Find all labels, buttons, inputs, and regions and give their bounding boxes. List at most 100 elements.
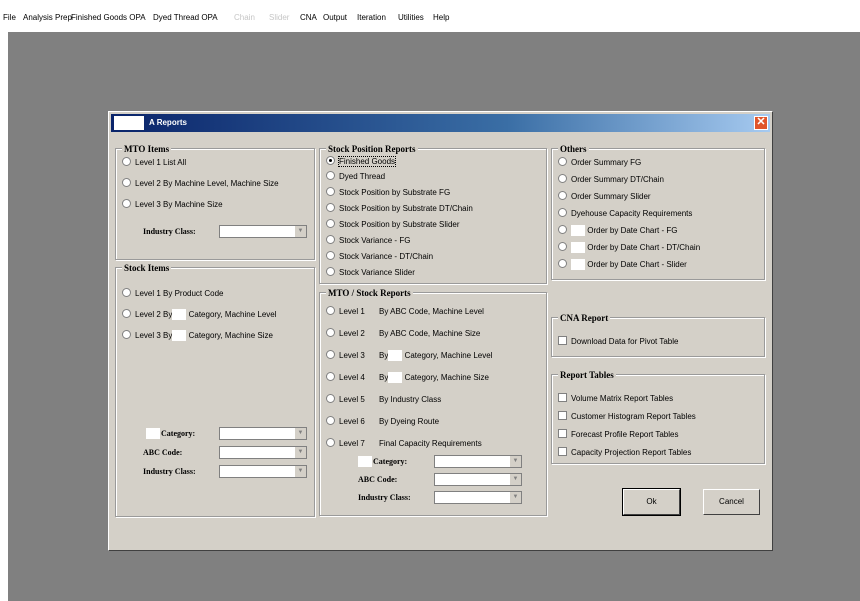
option-desc: Category, Machine Level bbox=[404, 351, 493, 360]
menu-dyed-thread-opa[interactable]: Dyed Thread OPA bbox=[153, 13, 218, 22]
option-label: Level 3 By Machine Size bbox=[135, 200, 223, 209]
radio-order-summary-dt[interactable]: Order Summary DT/Chain bbox=[558, 174, 664, 186]
option-label: Order by Date Chart - Slider bbox=[587, 260, 687, 269]
option-label: Order by Date Chart - FG bbox=[587, 226, 678, 235]
radio-icon bbox=[558, 259, 567, 269]
radio-mto-stock-level6[interactable]: Level 6 By Dyeing Route bbox=[326, 416, 439, 428]
menu-analysis-prep[interactable]: Analysis Prep bbox=[23, 13, 72, 22]
radio-mto-stock-level4[interactable]: Level 4 By Category, Machine Size bbox=[326, 372, 489, 384]
radio-mto-level3[interactable]: Level 3 By Machine Size bbox=[122, 199, 223, 211]
group-caption: Stock Position Reports bbox=[326, 144, 418, 154]
chevron-down-icon[interactable]: ▼ bbox=[294, 428, 306, 439]
reports-dialog: A Reports ✕ MTO Items Level 1 List All L… bbox=[108, 111, 773, 551]
radio-mto-level1[interactable]: Level 1 List All bbox=[122, 157, 186, 169]
checkbox-forecast-profile[interactable]: Forecast Profile Report Tables bbox=[558, 429, 678, 441]
radio-order-date-fg[interactable]: Order by Date Chart - FG bbox=[558, 225, 677, 237]
checkbox-customer-histogram[interactable]: Customer Histogram Report Tables bbox=[558, 411, 696, 423]
radio-stock-level3[interactable]: Level 3 By Category, Machine Size bbox=[122, 330, 273, 342]
radio-order-date-slider[interactable]: Order by Date Chart - Slider bbox=[558, 259, 687, 271]
radio-substrate-dt-chain[interactable]: Stock Position by Substrate DT/Chain bbox=[326, 203, 473, 215]
radio-order-summary-fg[interactable]: Order Summary FG bbox=[558, 157, 641, 169]
industry-class-combo[interactable]: ▼ bbox=[219, 225, 307, 238]
option-desc: By Dyeing Route bbox=[379, 417, 440, 426]
radio-order-summary-slider[interactable]: Order Summary Slider bbox=[558, 191, 651, 203]
blank-box bbox=[358, 456, 372, 467]
radio-icon bbox=[122, 157, 131, 167]
abc-code-combo[interactable]: ▼ bbox=[434, 473, 522, 486]
option-label: Order by Date Chart - DT/Chain bbox=[587, 243, 701, 252]
radio-mto-stock-level3[interactable]: Level 3 By Category, Machine Level bbox=[326, 350, 492, 362]
radio-variance-fg[interactable]: Stock Variance - FG bbox=[326, 235, 410, 247]
menu-help[interactable]: Help bbox=[433, 13, 449, 22]
industry-class-combo[interactable]: ▼ bbox=[219, 465, 307, 478]
radio-dyehouse-capacity[interactable]: Dyehouse Capacity Requirements bbox=[558, 208, 692, 220]
checkbox-capacity-projection[interactable]: Capacity Projection Report Tables bbox=[558, 447, 691, 459]
menu-cna[interactable]: CNA bbox=[300, 13, 317, 22]
option-label: Dyed Thread bbox=[339, 172, 386, 181]
chevron-down-icon[interactable]: ▼ bbox=[509, 492, 521, 503]
option-desc: By ABC Code, Machine Level bbox=[379, 307, 484, 316]
radio-icon bbox=[326, 394, 335, 404]
ok-button[interactable]: Ok bbox=[622, 488, 681, 516]
radio-mto-stock-level1[interactable]: Level 1 By ABC Code, Machine Level bbox=[326, 306, 484, 318]
radio-icon bbox=[326, 251, 335, 261]
option-label: Stock Position by Substrate Slider bbox=[339, 220, 460, 229]
radio-icon bbox=[326, 219, 335, 229]
menu-finished-goods-opa[interactable]: Finished Goods OPA bbox=[71, 13, 146, 22]
radio-variance-slider[interactable]: Stock Variance Slider bbox=[326, 267, 415, 279]
radio-dyed-thread[interactable]: Dyed Thread bbox=[326, 171, 385, 183]
radio-finished-goods[interactable]: Finished Goods bbox=[326, 156, 397, 168]
abc-code-combo[interactable]: ▼ bbox=[219, 446, 307, 459]
option-label: Customer Histogram Report Tables bbox=[571, 412, 696, 421]
radio-order-date-dt[interactable]: Order by Date Chart - DT/Chain bbox=[558, 242, 700, 254]
option-label: Level 3 bbox=[339, 351, 365, 360]
radio-substrate-slider[interactable]: Stock Position by Substrate Slider bbox=[326, 219, 460, 231]
blank-box bbox=[146, 428, 160, 439]
category-label: Category: bbox=[161, 429, 196, 438]
radio-icon bbox=[558, 191, 567, 201]
radio-mto-level2[interactable]: Level 2 By Machine Level, Machine Size bbox=[122, 178, 279, 190]
group-cna-report: CNA Report Download Data for Pivot Table bbox=[551, 313, 765, 357]
radio-substrate-fg[interactable]: Stock Position by Substrate FG bbox=[326, 187, 450, 199]
chevron-down-icon[interactable]: ▼ bbox=[294, 226, 306, 237]
dialog-title-bar[interactable]: A Reports ✕ bbox=[111, 114, 770, 132]
option-label: Level 1 bbox=[339, 307, 365, 316]
checkbox-volume-matrix[interactable]: Volume Matrix Report Tables bbox=[558, 393, 673, 405]
radio-mto-stock-level7[interactable]: Level 7 Final Capacity Requirements bbox=[326, 438, 482, 450]
chevron-down-icon[interactable]: ▼ bbox=[294, 466, 306, 477]
option-label: Stock Variance - FG bbox=[339, 236, 411, 245]
radio-stock-level2[interactable]: Level 2 By Category, Machine Level bbox=[122, 309, 277, 321]
option-desc: By bbox=[379, 373, 389, 382]
radio-icon bbox=[558, 174, 567, 184]
radio-variance-dt-chain[interactable]: Stock Variance - DT/Chain bbox=[326, 251, 433, 263]
chevron-down-icon[interactable]: ▼ bbox=[509, 456, 521, 467]
checkbox-download-pivot[interactable]: Download Data for Pivot Table bbox=[558, 336, 678, 348]
radio-mto-stock-level5[interactable]: Level 5 By Industry Class bbox=[326, 394, 441, 406]
menu-output[interactable]: Output bbox=[323, 13, 347, 22]
option-label: Volume Matrix Report Tables bbox=[571, 394, 674, 403]
blank-box bbox=[172, 330, 187, 342]
category-combo[interactable]: ▼ bbox=[219, 427, 307, 440]
menu-utilities[interactable]: Utilities bbox=[398, 13, 424, 22]
radio-icon bbox=[558, 225, 567, 235]
chevron-down-icon[interactable]: ▼ bbox=[509, 474, 521, 485]
group-stock-items: Stock Items Level 1 By Product Code Leve… bbox=[115, 263, 315, 517]
radio-mto-stock-level2[interactable]: Level 2 By ABC Code, Machine Size bbox=[326, 328, 480, 340]
radio-icon bbox=[326, 438, 335, 448]
option-label: Level 5 bbox=[339, 395, 365, 404]
abc-code-label: ABC Code: bbox=[143, 448, 183, 457]
menu-iteration[interactable]: Iteration bbox=[357, 13, 386, 22]
menu-bar: File Analysis Prep Finished Goods OPA Dy… bbox=[0, 0, 860, 28]
industry-class-combo[interactable]: ▼ bbox=[434, 491, 522, 504]
chevron-down-icon[interactable]: ▼ bbox=[294, 447, 306, 458]
radio-icon bbox=[326, 235, 335, 245]
menu-file[interactable]: File bbox=[3, 13, 16, 22]
option-label: Level 1 List All bbox=[135, 158, 187, 167]
close-icon[interactable]: ✕ bbox=[754, 116, 768, 130]
radio-stock-level1[interactable]: Level 1 By Product Code bbox=[122, 288, 224, 300]
radio-icon bbox=[326, 350, 335, 360]
radio-icon bbox=[558, 157, 567, 167]
cancel-button[interactable]: Cancel bbox=[703, 489, 760, 515]
category-combo[interactable]: ▼ bbox=[434, 455, 522, 468]
option-label: Capacity Projection Report Tables bbox=[571, 448, 692, 457]
